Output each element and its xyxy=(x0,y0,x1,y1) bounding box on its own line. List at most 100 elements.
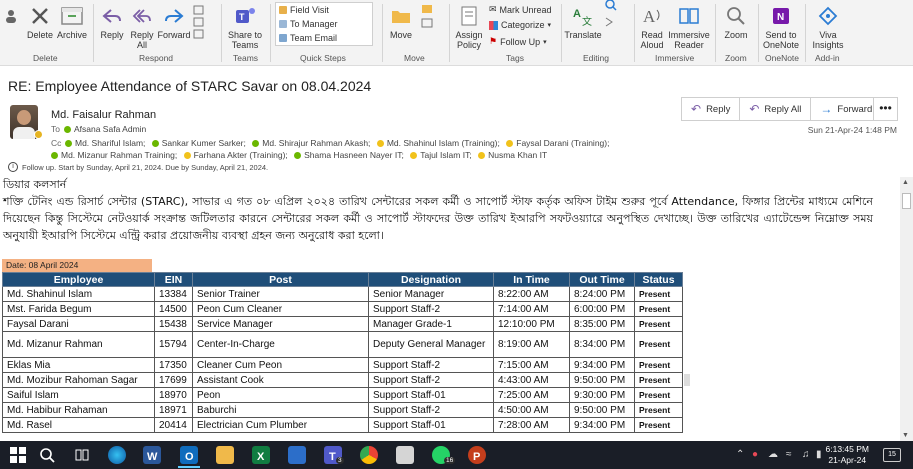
location-icon[interactable]: ● xyxy=(752,449,758,460)
scroll-thumb[interactable] xyxy=(902,193,911,209)
svg-text:N: N xyxy=(777,12,784,23)
ribbon: Delete Archive Delete Reply Reply All Fo… xyxy=(0,0,913,66)
cc-recipient[interactable]: Md. Mizanur Rahman Training; xyxy=(51,150,177,160)
cc-recipient[interactable]: Tajul Islam IT; xyxy=(410,150,472,160)
cc-recipient-name: Farhana Akter (Training); xyxy=(193,150,288,160)
cc-recipient[interactable]: Md. Shirajur Rahman Akash; xyxy=(252,138,370,148)
reply-button[interactable]: Reply xyxy=(98,0,126,40)
reply-action-label: Reply xyxy=(706,103,731,115)
presence-away-icon xyxy=(34,130,43,139)
powerpoint-icon[interactable]: P xyxy=(468,446,486,464)
share-to-teams-button[interactable]: T Share to Teams xyxy=(226,0,264,50)
assign-policy-button[interactable]: Assign Policy xyxy=(452,0,486,50)
cc-recipient[interactable]: Sankar Kumer Sarker; xyxy=(151,138,246,148)
edge-icon[interactable] xyxy=(108,446,126,464)
more-actions-button[interactable]: ••• xyxy=(873,97,898,121)
people-icon-button[interactable] xyxy=(2,0,24,30)
immersive-reader-button[interactable]: Immersive Reader xyxy=(668,0,710,50)
follow-up-button[interactable]: ⚑ Follow Up ▾ xyxy=(489,36,547,47)
outlook-icon[interactable]: O xyxy=(180,446,198,464)
archive-button[interactable]: Archive xyxy=(56,0,88,40)
immersive-label-1: Immersive xyxy=(668,30,710,40)
col-status: Status xyxy=(634,272,683,287)
vertical-scrollbar[interactable]: ▲ ▼ xyxy=(900,177,913,441)
table-scroll-handle[interactable] xyxy=(684,374,690,386)
app-icon[interactable] xyxy=(396,446,414,464)
to-recipient[interactable]: Afsana Safa Admin xyxy=(63,124,146,134)
read-aloud-button[interactable]: A Read Aloud xyxy=(637,0,667,50)
quick-step-team-email[interactable]: Team Email xyxy=(276,31,372,45)
cell-employee: Md. Shahinul Islam xyxy=(2,286,155,302)
divider xyxy=(221,4,222,62)
cc-recipient[interactable]: Shama Hasneen Nayer IT; xyxy=(294,150,404,160)
visual-studio-icon[interactable] xyxy=(288,446,306,464)
onenote-icon: N xyxy=(769,4,793,28)
cell-designation: Deputy General Manager xyxy=(368,331,494,358)
cc-recipient[interactable]: Md. Shahinul Islam (Training); xyxy=(376,138,500,148)
zoom-label: Zoom xyxy=(724,30,748,40)
forward-action-button[interactable]: → Forward xyxy=(811,97,883,121)
viva-label-1: Viva xyxy=(819,30,837,40)
reply-all-action-button[interactable]: ↶ Reply All xyxy=(740,97,812,121)
onedrive-icon[interactable]: ☁ xyxy=(768,449,778,460)
wifi-icon[interactable]: ≈ xyxy=(786,449,792,460)
cell-in-time: 7:28:00 AM xyxy=(493,417,570,433)
cell-in-time: 4:43:00 AM xyxy=(493,372,570,388)
cc-recipient[interactable]: Faysal Darani (Training); xyxy=(506,138,609,148)
cell-post: Electrician Cum Plumber xyxy=(192,417,369,433)
cc-recipient[interactable]: Farhana Akter (Training); xyxy=(183,150,288,160)
categorize-icon xyxy=(489,20,498,30)
file-explorer-icon[interactable] xyxy=(216,446,234,464)
read-aloud-icon: A xyxy=(640,4,664,28)
cc-recipient[interactable]: Nusma Khan IT xyxy=(478,150,547,160)
divider xyxy=(715,4,716,62)
search-icon[interactable] xyxy=(38,446,56,464)
editing-tools[interactable] xyxy=(602,0,620,30)
task-view-icon[interactable] xyxy=(73,446,91,464)
mark-unread-button[interactable]: ✉ Mark Unread xyxy=(489,4,552,15)
viva-insights-button[interactable]: Viva Insights xyxy=(810,0,846,50)
word-icon[interactable]: W xyxy=(143,446,161,464)
scroll-down-icon[interactable]: ▼ xyxy=(902,432,909,439)
excel-icon[interactable]: X xyxy=(252,446,270,464)
group-respond: Respond xyxy=(139,53,174,63)
forward-button[interactable]: Forward xyxy=(157,0,191,40)
svg-text:O: O xyxy=(185,451,194,463)
categorize-button[interactable]: Categorize ▾ xyxy=(489,20,551,30)
windows-start-icon[interactable] xyxy=(9,446,27,464)
cell-in-time: 7:25:00 AM xyxy=(493,387,570,403)
cell-employee: Md. Mozibur Rahoman Sagar xyxy=(2,372,155,388)
chevron-up-icon[interactable]: ⌃ xyxy=(736,449,744,460)
assign-label-2: Policy xyxy=(456,40,481,50)
cell-ein: 18971 xyxy=(154,402,193,418)
cc-label: Cc xyxy=(51,138,62,148)
to-line: To Afsana Safa Admin xyxy=(51,124,146,134)
flag-icon: ⚑ xyxy=(489,36,498,46)
more-respond-button[interactable] xyxy=(192,0,206,42)
taskbar-clock[interactable]: 6:13:45 PM 21-Apr-24 xyxy=(826,444,869,466)
translate-button[interactable]: A文 Translate xyxy=(564,0,601,40)
col-post: Post xyxy=(192,272,369,287)
move-button[interactable]: Move xyxy=(386,0,416,40)
cc-recipient[interactable]: Md. Shariful Islam; xyxy=(65,138,145,148)
zoom-button[interactable]: Zoom xyxy=(720,0,752,40)
volume-icon[interactable]: ♫ xyxy=(802,449,810,460)
cc-recipient-name: Md. Shahinul Islam (Training); xyxy=(386,138,500,148)
battery-icon[interactable]: ▮ xyxy=(816,449,822,460)
sender-name[interactable]: Md. Faisalur Rahman xyxy=(51,109,156,121)
move-options-button[interactable] xyxy=(418,0,438,30)
cell-designation: Support Staff-2 xyxy=(368,357,494,373)
share-label-1: Share to xyxy=(227,30,263,40)
cell-status: Present xyxy=(634,286,683,302)
divider xyxy=(449,4,450,62)
presence-available-icon xyxy=(252,140,260,147)
scroll-up-icon[interactable]: ▲ xyxy=(902,179,909,186)
quick-step-to-manager[interactable]: To Manager xyxy=(276,17,372,31)
notification-icon[interactable]: 15 xyxy=(883,448,901,462)
send-to-onenote-button[interactable]: N Send to OneNote xyxy=(762,0,800,50)
delete-button[interactable]: Delete xyxy=(26,0,54,40)
reply-action-button[interactable]: ↶ Reply xyxy=(681,97,741,121)
quick-step-field-visit[interactable]: Field Visit xyxy=(276,3,372,17)
chrome-icon[interactable] xyxy=(360,446,378,464)
reply-all-button[interactable]: Reply All xyxy=(128,0,156,50)
